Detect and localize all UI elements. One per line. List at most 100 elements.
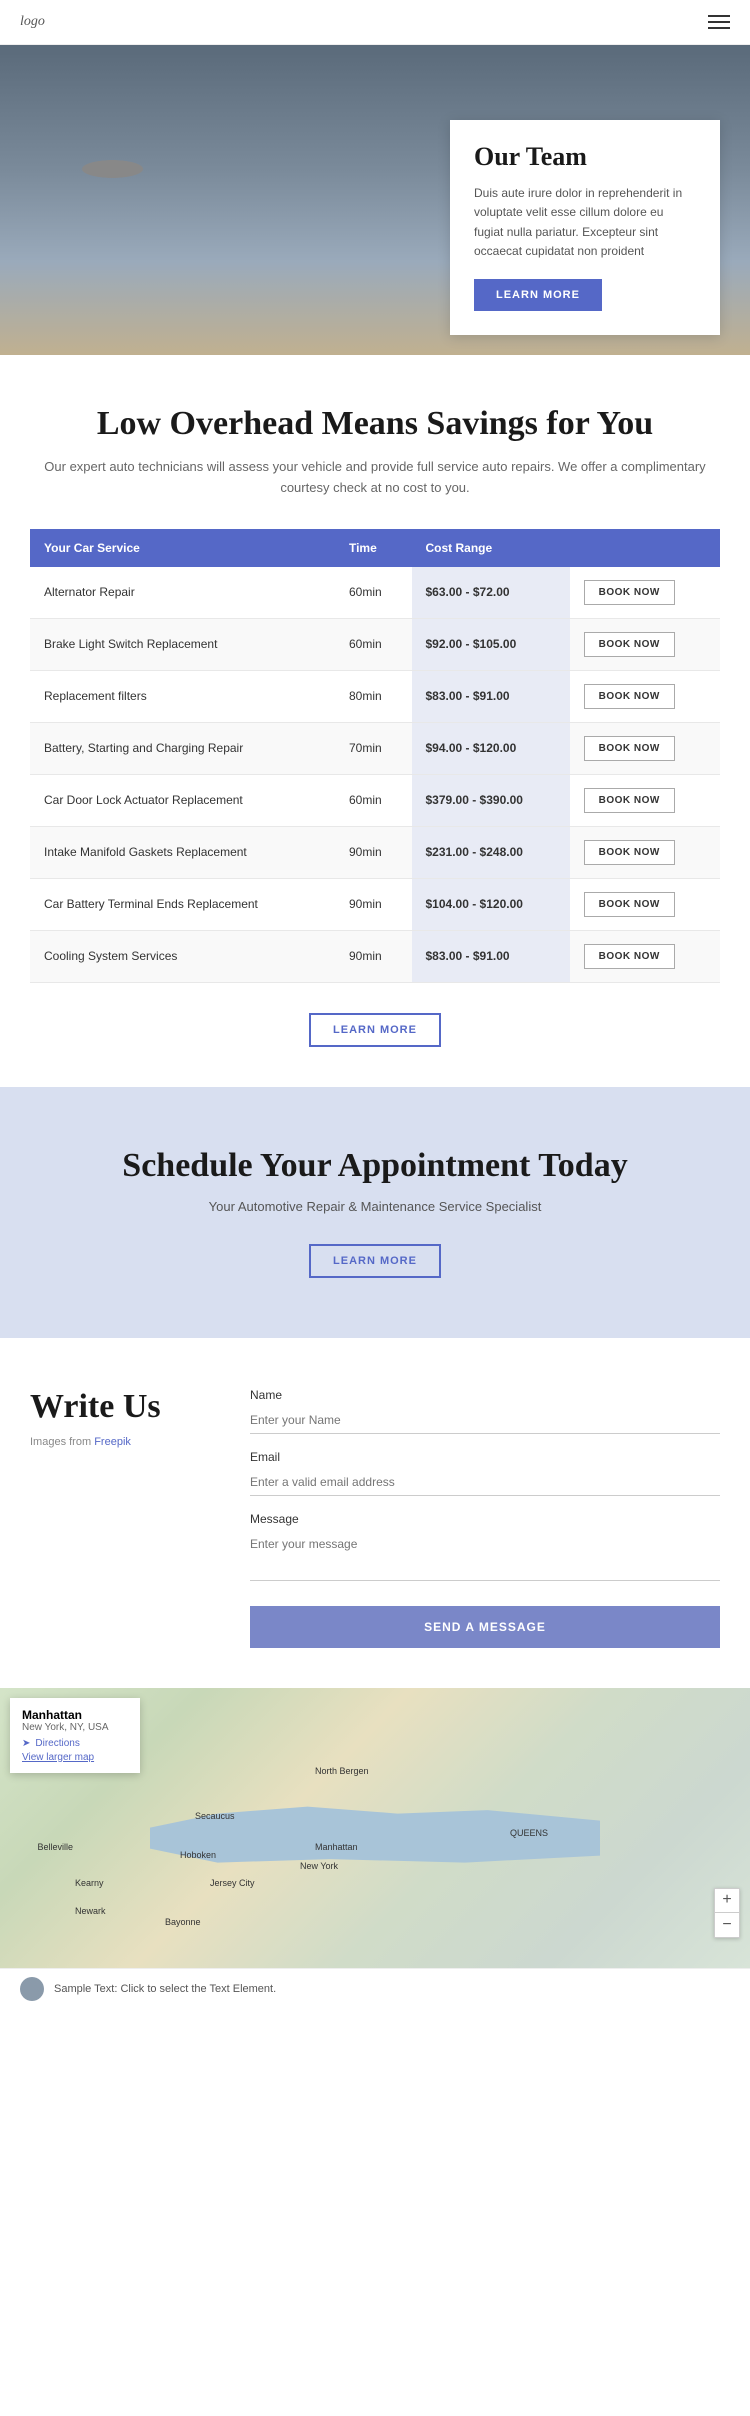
book-now-button[interactable]: BOOK NOW <box>584 944 675 969</box>
book-now-button[interactable]: BOOK NOW <box>584 788 675 813</box>
map-label: New York <box>300 1861 338 1871</box>
email-input[interactable] <box>250 1469 720 1496</box>
map-info-card: Manhattan New York, NY, USA ➤ Directions… <box>10 1698 140 1773</box>
map-label: QUEENS <box>510 1828 548 1838</box>
freepik-note: Images from Freepik <box>30 1436 210 1448</box>
map-zoom-controls: + − <box>714 1888 740 1938</box>
services-tbody: Alternator Repair 60min $63.00 - $72.00 … <box>30 567 720 983</box>
book-cell: BOOK NOW <box>570 567 720 619</box>
service-cost: $379.00 - $390.00 <box>412 774 570 826</box>
hero-learn-more-button[interactable]: LEARN MORE <box>474 279 602 311</box>
service-time: 90min <box>335 878 412 930</box>
service-time: 80min <box>335 670 412 722</box>
savings-section: Low Overhead Means Savings for You Our e… <box>0 355 750 1087</box>
service-time: 60min <box>335 774 412 826</box>
table-header-row: Your Car Service Time Cost Range <box>30 529 720 567</box>
book-now-button[interactable]: BOOK NOW <box>584 840 675 865</box>
appointment-section: Schedule Your Appointment Today Your Aut… <box>0 1087 750 1338</box>
col-time: Time <box>335 529 412 567</box>
table-row: Cooling System Services 90min $83.00 - $… <box>30 930 720 982</box>
service-cost: $83.00 - $91.00 <box>412 930 570 982</box>
service-cost: $83.00 - $91.00 <box>412 670 570 722</box>
service-name: Brake Light Switch Replacement <box>30 618 335 670</box>
logo: logo <box>20 14 45 30</box>
name-group: Name <box>250 1388 720 1434</box>
directions-label: Directions <box>35 1738 79 1749</box>
service-name: Replacement filters <box>30 670 335 722</box>
table-row: Replacement filters 80min $83.00 - $91.0… <box>30 670 720 722</box>
table-row: Car Battery Terminal Ends Replacement 90… <box>30 878 720 930</box>
service-time: 60min <box>335 567 412 619</box>
book-cell: BOOK NOW <box>570 930 720 982</box>
email-group: Email <box>250 1450 720 1496</box>
service-name: Intake Manifold Gaskets Replacement <box>30 826 335 878</box>
map-label: Kearny <box>75 1878 104 1888</box>
map-label: Bayonne <box>165 1917 201 1927</box>
service-name: Battery, Starting and Charging Repair <box>30 722 335 774</box>
table-row: Battery, Starting and Charging Repair 70… <box>30 722 720 774</box>
map-label: Jersey City <box>210 1878 255 1888</box>
appointment-subtitle: Your Automotive Repair & Maintenance Ser… <box>30 1199 720 1214</box>
name-input[interactable] <box>250 1407 720 1434</box>
col-service: Your Car Service <box>30 529 335 567</box>
sample-text: Sample Text: Click to select the Text El… <box>54 1983 276 1995</box>
table-row: Car Door Lock Actuator Replacement 60min… <box>30 774 720 826</box>
book-cell: BOOK NOW <box>570 774 720 826</box>
hamburger-line-3 <box>708 27 730 29</box>
map-directions[interactable]: ➤ Directions <box>22 1738 128 1749</box>
header: logo <box>0 0 750 45</box>
appointment-learn-more-button[interactable]: LEARN MORE <box>309 1244 441 1278</box>
service-name: Cooling System Services <box>30 930 335 982</box>
send-message-button[interactable]: SEND A MESSAGE <box>250 1606 720 1648</box>
service-name: Car Door Lock Actuator Replacement <box>30 774 335 826</box>
service-name: Alternator Repair <box>30 567 335 619</box>
hero-card: Our Team Duis aute irure dolor in repreh… <box>450 120 720 335</box>
map-city: Manhattan <box>22 1708 128 1722</box>
map-section: Manhattan New York North Bergen Jersey City… <box>0 1688 750 1968</box>
service-cost: $63.00 - $72.00 <box>412 567 570 619</box>
table-header: Your Car Service Time Cost Range <box>30 529 720 567</box>
table-row: Alternator Repair 60min $63.00 - $72.00 … <box>30 567 720 619</box>
book-cell: BOOK NOW <box>570 826 720 878</box>
map-address: New York, NY, USA <box>22 1722 128 1733</box>
message-group: Message <box>250 1512 720 1586</box>
savings-title: Low Overhead Means Savings for You <box>30 405 720 443</box>
zoom-in-button[interactable]: + <box>715 1889 739 1913</box>
contact-title: Write Us <box>30 1388 210 1426</box>
service-time: 70min <box>335 722 412 774</box>
hamburger-line-2 <box>708 21 730 23</box>
hamburger-menu[interactable] <box>708 15 730 29</box>
book-now-button[interactable]: BOOK NOW <box>584 580 675 605</box>
zoom-out-button[interactable]: − <box>715 1913 739 1937</box>
service-cost: $94.00 - $120.00 <box>412 722 570 774</box>
hamburger-line-1 <box>708 15 730 17</box>
table-row: Brake Light Switch Replacement 60min $92… <box>30 618 720 670</box>
book-cell: BOOK NOW <box>570 878 720 930</box>
directions-icon: ➤ <box>22 1738 30 1749</box>
table-row: Intake Manifold Gaskets Replacement 90mi… <box>30 826 720 878</box>
view-larger-map-link[interactable]: View larger map <box>22 1752 128 1763</box>
avatar <box>20 1977 44 2001</box>
services-table: Your Car Service Time Cost Range Alterna… <box>30 529 720 983</box>
savings-learn-more-button[interactable]: LEARN MORE <box>309 1013 441 1047</box>
freepik-link[interactable]: Freepik <box>94 1436 131 1448</box>
book-now-button[interactable]: BOOK NOW <box>584 736 675 761</box>
service-cost: $231.00 - $248.00 <box>412 826 570 878</box>
book-now-button[interactable]: BOOK NOW <box>584 892 675 917</box>
map-label: Manhattan <box>315 1842 358 1852</box>
map-label: Newark <box>75 1906 106 1916</box>
savings-cta-wrap: LEARN MORE <box>30 1013 720 1047</box>
book-cell: BOOK NOW <box>570 618 720 670</box>
map-label: North Bergen <box>315 1766 369 1776</box>
map-label: Belleville <box>38 1842 74 1852</box>
book-cell: BOOK NOW <box>570 722 720 774</box>
contact-section: Write Us Images from Freepik Name Email … <box>0 1338 750 1688</box>
contact-form: Name Email Message SEND A MESSAGE <box>250 1388 720 1648</box>
book-now-button[interactable]: BOOK NOW <box>584 632 675 657</box>
hero-description: Duis aute irure dolor in reprehenderit i… <box>474 184 696 261</box>
name-label: Name <box>250 1388 720 1402</box>
service-name: Car Battery Terminal Ends Replacement <box>30 878 335 930</box>
book-now-button[interactable]: BOOK NOW <box>584 684 675 709</box>
message-textarea[interactable] <box>250 1531 720 1581</box>
savings-subtitle: Our expert auto technicians will assess … <box>30 457 720 499</box>
